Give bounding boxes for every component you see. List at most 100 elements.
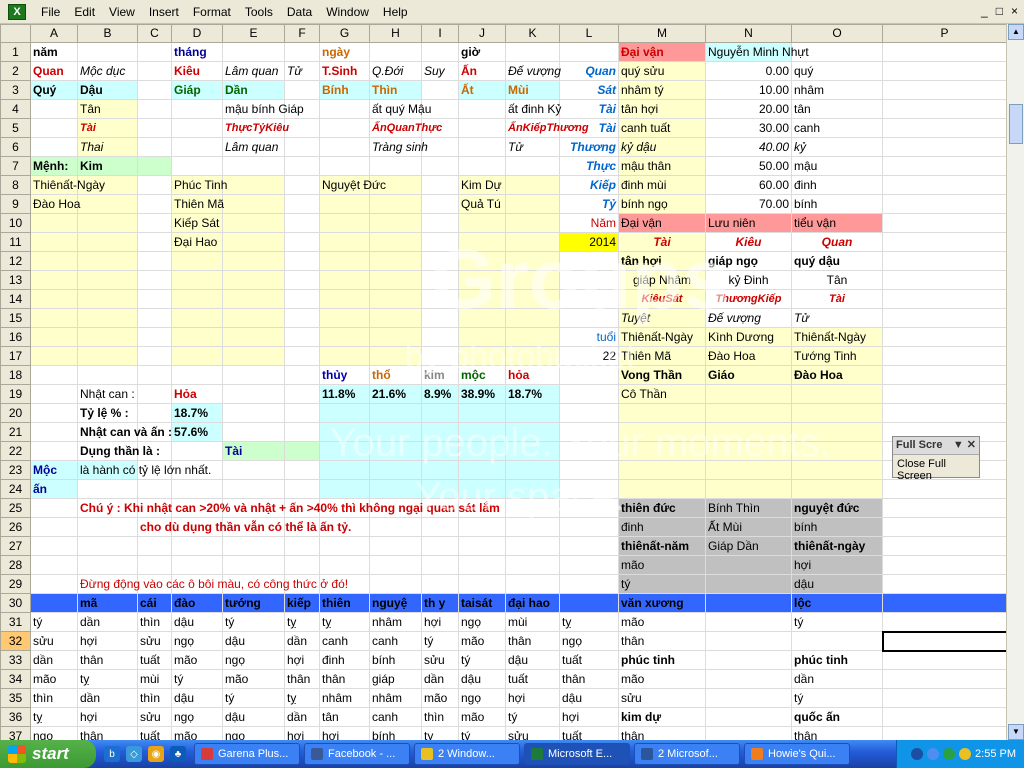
- cell-j34[interactable]: dậu: [458, 669, 506, 689]
- cell-i37[interactable]: tỵ: [421, 726, 459, 740]
- cell-g5[interactable]: [319, 118, 370, 138]
- cell-p20[interactable]: [882, 403, 1006, 423]
- cell-l10[interactable]: Năm: [559, 213, 619, 233]
- row-header[interactable]: 11: [0, 232, 31, 252]
- cell-a37[interactable]: ngọ: [30, 726, 78, 740]
- taskbar-button[interactable]: Howie's Qui...: [744, 743, 850, 765]
- cell-f16[interactable]: [284, 327, 320, 347]
- cell-h11[interactable]: [369, 232, 422, 252]
- row-header[interactable]: 36: [0, 707, 31, 727]
- cell-l17[interactable]: 22: [559, 346, 619, 366]
- cell-a9[interactable]: Đào Hoa: [30, 194, 80, 214]
- cell-a12[interactable]: [30, 251, 78, 271]
- cell-k26[interactable]: [505, 517, 560, 537]
- cell-o25[interactable]: nguyệt đức: [791, 498, 883, 518]
- scroll-up-button[interactable]: ▲: [1008, 24, 1024, 40]
- cell-l14[interactable]: [559, 289, 619, 309]
- cell-j26[interactable]: [458, 517, 506, 537]
- column-header-d[interactable]: D: [171, 24, 223, 43]
- row-header[interactable]: 16: [0, 327, 31, 347]
- cell-p31[interactable]: [882, 612, 1006, 632]
- cell-f7[interactable]: [284, 156, 320, 176]
- cell-n10[interactable]: Lưu niên: [705, 213, 792, 233]
- cell-l34[interactable]: thân: [559, 669, 619, 689]
- cell-b22[interactable]: Dụng thần là :: [77, 441, 160, 461]
- cell-c12[interactable]: [137, 251, 172, 271]
- cell-c2[interactable]: [137, 61, 172, 81]
- security-icon[interactable]: [943, 748, 956, 760]
- column-header-c[interactable]: C: [137, 24, 172, 43]
- cell-n22[interactable]: [705, 441, 792, 461]
- cell-h10[interactable]: [369, 213, 422, 233]
- cell-m14[interactable]: KiêuSát: [618, 289, 706, 309]
- cell-c28[interactable]: [137, 555, 172, 575]
- cell-n34[interactable]: [705, 669, 792, 689]
- cell-i33[interactable]: sửu: [421, 650, 459, 670]
- quicklaunch-icon[interactable]: ◇: [126, 746, 142, 762]
- cell-d4[interactable]: [171, 99, 223, 119]
- cell-e23[interactable]: [222, 460, 285, 480]
- cell-m27[interactable]: thiênất-năm: [618, 536, 706, 556]
- cell-m9[interactable]: bính ngọ: [618, 194, 706, 214]
- cell-b26[interactable]: [77, 517, 138, 537]
- cell-d1[interactable]: tháng: [171, 42, 223, 62]
- cell-n8[interactable]: 60.00: [705, 175, 792, 195]
- scroll-down-button[interactable]: ▼: [1008, 724, 1024, 740]
- cell-j4[interactable]: [458, 99, 506, 119]
- cell-k17[interactable]: [505, 346, 560, 366]
- cell-g23[interactable]: [319, 460, 370, 480]
- cell-d19[interactable]: Hỏa: [171, 384, 223, 404]
- cell-e14[interactable]: [222, 289, 285, 309]
- cell-j22[interactable]: [458, 441, 506, 461]
- cell-b30[interactable]: mã: [77, 593, 138, 613]
- cell-j14[interactable]: [458, 289, 506, 309]
- cell-f27[interactable]: [284, 536, 320, 556]
- cell-a24[interactable]: ấn: [30, 479, 78, 499]
- cell-m24[interactable]: [618, 479, 706, 499]
- cell-h4[interactable]: ất quý Mậu: [369, 99, 431, 119]
- cell-k29[interactable]: [505, 574, 560, 594]
- cell-d10[interactable]: Kiếp Sát: [171, 213, 223, 233]
- column-header-o[interactable]: O: [791, 24, 883, 43]
- cell-a19[interactable]: [30, 384, 78, 404]
- row-header[interactable]: 6: [0, 137, 31, 157]
- cell-c9[interactable]: [137, 194, 172, 214]
- cell-g15[interactable]: [319, 308, 370, 328]
- row-header[interactable]: 24: [0, 479, 31, 499]
- cell-m12[interactable]: tân hợi: [618, 251, 706, 271]
- cell-g12[interactable]: [319, 251, 370, 271]
- cell-p32[interactable]: [881, 630, 1006, 652]
- cell-h19[interactable]: 21.6%: [369, 384, 422, 404]
- cell-l29[interactable]: [559, 574, 619, 594]
- cell-f17[interactable]: [284, 346, 320, 366]
- cell-d34[interactable]: tý: [171, 669, 223, 689]
- cell-n19[interactable]: [705, 384, 792, 404]
- cell-l15[interactable]: [559, 308, 619, 328]
- menu-window[interactable]: Window: [319, 0, 376, 24]
- cell-l36[interactable]: hợi: [559, 707, 619, 727]
- cell-d13[interactable]: [171, 270, 223, 290]
- cell-a15[interactable]: [30, 308, 78, 328]
- cell-h32[interactable]: canh: [369, 631, 422, 651]
- full-screen-toolbar-title[interactable]: Full Scre ▼ ✕: [893, 437, 979, 455]
- cell-p10[interactable]: [882, 213, 1006, 233]
- cell-a29[interactable]: [30, 574, 78, 594]
- cell-n4[interactable]: 20.00: [705, 99, 792, 119]
- cell-b9[interactable]: [77, 194, 138, 214]
- cell-b16[interactable]: [77, 327, 138, 347]
- cell-g18[interactable]: thủy: [319, 365, 370, 385]
- cell-n26[interactable]: Ất Mùi: [705, 517, 792, 537]
- cell-p19[interactable]: [882, 384, 1006, 404]
- cell-c32[interactable]: sửu: [137, 631, 172, 651]
- cell-g4[interactable]: [319, 99, 370, 119]
- cell-a22[interactable]: [30, 441, 78, 461]
- cell-e27[interactable]: [222, 536, 285, 556]
- back-icon[interactable]: [911, 748, 924, 760]
- cell-h27[interactable]: [369, 536, 422, 556]
- cell-m22[interactable]: [618, 441, 706, 461]
- select-all-corner[interactable]: [0, 24, 31, 43]
- cell-o35[interactable]: tý: [791, 688, 883, 708]
- cell-h18[interactable]: thổ: [369, 365, 422, 385]
- cell-j23[interactable]: [458, 460, 506, 480]
- cell-c13[interactable]: [137, 270, 172, 290]
